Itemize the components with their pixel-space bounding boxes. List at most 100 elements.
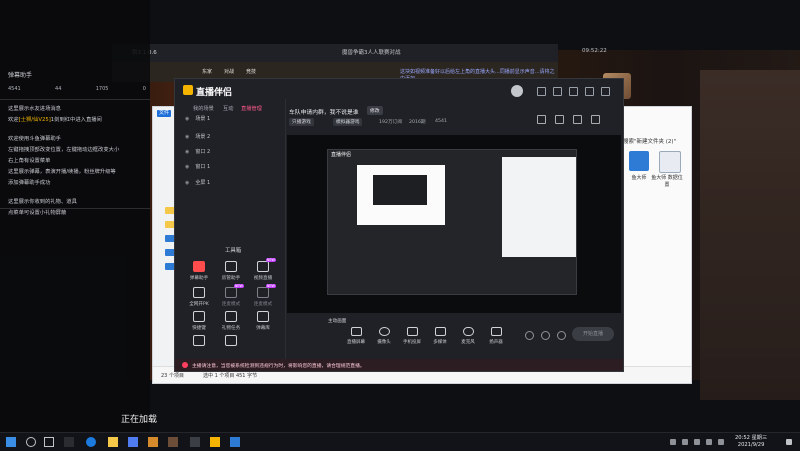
tab-my-scenes[interactable]: 我的场景 [193, 105, 214, 112]
live-companion-icon[interactable] [210, 437, 220, 447]
followers-count: 192万订阅 [379, 120, 403, 125]
tool-button[interactable]: 连麦模式 NEW [247, 284, 279, 307]
taskbar-clock[interactable]: 20:52 星期三 2021/9/29 [735, 435, 767, 448]
danmu-message: 这里展示你收到的礼物、道具 [8, 199, 77, 205]
file-icon[interactable] [659, 151, 681, 173]
fish-icon[interactable] [230, 437, 240, 447]
viewer-count: 4541 [435, 119, 447, 124]
tray-icon[interactable] [670, 439, 676, 445]
scene-item[interactable]: ◉ 场景 1 [185, 115, 210, 122]
search-icon[interactable] [26, 437, 36, 447]
category-chip[interactable]: 只播游戏 [289, 118, 314, 126]
tool-button[interactable]: 房管助手 [215, 261, 247, 281]
share-icon[interactable] [537, 115, 546, 124]
close-icon[interactable] [601, 87, 610, 96]
media-button[interactable]: 多媒体 [425, 327, 455, 345]
game-icon[interactable] [148, 437, 158, 447]
back-window-titlebar[interactable]: 剑3 1.0.6 魔兽争霸3人人联赛对战 09:52:22 [112, 44, 607, 63]
windows-start-icon[interactable] [6, 437, 16, 447]
eye-icon[interactable]: ◉ [185, 164, 189, 170]
app-titlebar[interactable]: 直播伴侣 [175, 79, 623, 98]
file-icon-label: 鱼大师 数据位置 [651, 175, 683, 188]
danmu-message: 这里展示水友进场消息 [8, 106, 61, 112]
tab-live-manage[interactable]: 直播管理 [241, 105, 262, 112]
tool-icon [225, 335, 237, 346]
tool-button[interactable]: 快捷键 [183, 311, 215, 331]
eye-toggle-icon[interactable] [541, 331, 550, 340]
danmu-message: 点菜单可设置小礼物屏蔽 [8, 210, 67, 216]
link-icon[interactable] [573, 115, 582, 124]
minimize-icon[interactable] [585, 87, 594, 96]
microphone-button[interactable]: 麦克风 [453, 327, 483, 345]
tool-label: 连麦模式 [253, 302, 273, 307]
tab-interaction[interactable]: 互动 [223, 105, 233, 112]
eye-icon[interactable]: ◉ [185, 116, 189, 122]
phone-cast-button[interactable]: 手机投屏 [397, 327, 427, 345]
tool-button[interactable] [215, 335, 247, 349]
scene-item[interactable]: ◉ 窗口 2 [185, 148, 210, 155]
edge-icon[interactable] [86, 437, 96, 447]
gear-icon[interactable] [557, 331, 566, 340]
share-out-icon[interactable] [591, 115, 600, 124]
monitor-icon [350, 327, 362, 336]
eye-icon[interactable]: ◉ [185, 134, 189, 140]
camera-button[interactable]: 摄像头 [369, 327, 399, 345]
tool-button[interactable]: 连麦模式 NEW [215, 284, 247, 307]
explorer-file-tab[interactable]: 文件 [157, 110, 171, 117]
tray-icon[interactable] [682, 439, 688, 445]
start-live-button[interactable]: 开始直播 [572, 327, 614, 341]
tool-button[interactable] [183, 335, 215, 349]
ime-icon[interactable] [718, 439, 724, 445]
folder-icon[interactable] [108, 437, 118, 447]
game-icon[interactable] [168, 437, 178, 447]
scene-item[interactable]: ◉ 场景 2 [185, 133, 210, 140]
category-chip[interactable]: 模拟器游戏 [333, 118, 363, 126]
stream-preview[interactable]: 直播伴侣 [287, 135, 621, 313]
stats-row: 4541 44 1705 0 [8, 86, 146, 92]
tool-button[interactable]: 弹幕助手 [183, 261, 215, 281]
nested-window-content [373, 175, 427, 205]
new-badge: NEW [265, 284, 276, 288]
danmu-message: 添加弹幕助手成功 [8, 180, 51, 186]
speaker-button[interactable]: 扬声器 [481, 327, 511, 345]
tool-icon [193, 261, 205, 272]
stat-value: 44 [55, 86, 62, 92]
back-window-subtitle: 魔兽争霸3人人联赛对战 [342, 50, 401, 56]
volume-icon[interactable] [706, 439, 712, 445]
mail-icon[interactable] [537, 87, 546, 96]
notification-icon[interactable] [786, 439, 792, 445]
game-tab-2[interactable]: 对战 [224, 68, 234, 75]
app-icon[interactable] [190, 437, 200, 447]
divider [0, 99, 150, 100]
eye-icon[interactable]: ◉ [185, 149, 189, 155]
tool-button[interactable]: 全网开PK [183, 287, 215, 307]
settings-icon[interactable] [569, 87, 578, 96]
tool-button[interactable]: 礼物任务 [215, 311, 247, 331]
edit-title-button[interactable]: 修改 [367, 106, 383, 115]
toolbox-title: 工具箱 [225, 248, 242, 254]
network-icon[interactable] [694, 439, 700, 445]
tool-label: 房管助手 [221, 276, 241, 281]
game-tab-1[interactable]: 东家 [202, 68, 212, 75]
widgets-icon[interactable] [64, 437, 74, 447]
game-tab-3[interactable]: 竞技 [246, 68, 256, 75]
alert-icon [182, 362, 188, 368]
eye-icon[interactable]: ◉ [185, 180, 189, 186]
tool-button[interactable]: 弹幕库 [247, 311, 279, 331]
record-toggle-icon[interactable] [525, 331, 534, 340]
app-icon[interactable] [128, 437, 138, 447]
screen-capture-button[interactable]: 直播屏幕 [341, 327, 371, 345]
username[interactable]: [士狮/仙V25] [19, 117, 51, 123]
record-icon[interactable] [555, 115, 564, 124]
user-avatar[interactable] [511, 85, 523, 97]
skin-icon[interactable] [553, 87, 562, 96]
explorer-item-count: 23 个项目 [161, 373, 184, 379]
tool-button[interactable]: 视频直播 NEW [247, 258, 279, 281]
tool-icon [257, 261, 269, 272]
app-icon[interactable] [629, 151, 649, 171]
scene-item[interactable]: ◉ 窗口 1 [185, 163, 210, 170]
task-view-icon[interactable] [44, 437, 54, 447]
explorer-search-box[interactable]: 搜索"新建文件夹 (2)" [623, 137, 676, 145]
scene-item[interactable]: ◉ 全屏 1 [185, 179, 210, 186]
message-gap [8, 189, 148, 197]
